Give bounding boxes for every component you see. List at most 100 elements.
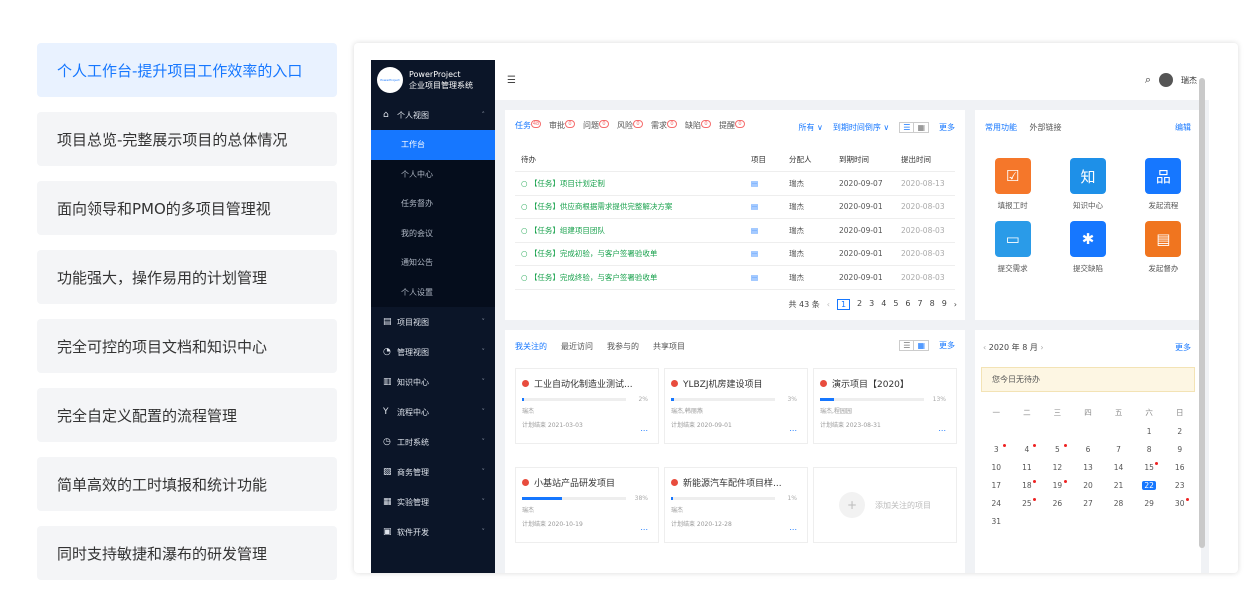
todo-project-cell[interactable]: ▤ <box>745 242 783 266</box>
calendar-day-17[interactable]: 17 <box>981 481 1012 490</box>
quick-tile-4[interactable]: ✱ 提交缺陷 <box>1050 221 1125 274</box>
calendar-day-30[interactable]: 30 <box>1164 498 1195 508</box>
quick-edit-link[interactable]: 编辑 <box>1175 122 1191 133</box>
calendar-day-20[interactable]: 20 <box>1073 481 1104 490</box>
view-toggle[interactable]: ☰ ▦ <box>899 122 929 133</box>
project-card[interactable]: 工业自动化制造业测试... 2% 瑞杰 计划结束 2021-03-03... <box>515 368 659 444</box>
project-icon[interactable]: ▤ <box>751 249 758 258</box>
project-icon[interactable]: ▤ <box>751 226 758 235</box>
calendar-day-24[interactable]: 24 <box>981 499 1012 508</box>
sidebar-group-6[interactable]: ▦ 实验管理 ˅ <box>371 487 495 517</box>
calendar-day-1[interactable]: 1 <box>1134 427 1165 436</box>
search-icon[interactable]: ⌕ <box>1145 73 1151 87</box>
quick-tab-external[interactable]: 外部链接 <box>1030 123 1062 132</box>
proj-list-view-icon[interactable]: ☰ <box>900 341 915 350</box>
todo-title[interactable]: 【任务】完成初验，与客户签署验收单 <box>530 249 658 258</box>
filter-all[interactable]: 所有 ∨ <box>798 122 822 133</box>
project-more-icon[interactable]: ... <box>938 424 946 433</box>
todo-title[interactable]: 【任务】组建项目团队 <box>530 226 605 235</box>
project-tab-0[interactable]: 我关注的 <box>515 341 547 352</box>
todo-more-link[interactable]: 更多 <box>939 122 955 133</box>
quick-tile-5[interactable]: ▤ 发起督办 <box>1126 221 1201 274</box>
project-name-row[interactable]: YLBZJ机房建设项目 <box>671 377 801 390</box>
sidebar-group-5[interactable]: ▧ 商务管理 ˅ <box>371 457 495 487</box>
feature-item-4[interactable]: 完全可控的项目文档和知识中心 <box>37 319 337 373</box>
project-card[interactable]: 新能源汽车配件项目样... 1% 瑞杰 计划结束 2020-12-28... <box>664 467 808 543</box>
todo-project-cell[interactable]: ▤ <box>745 265 783 290</box>
project-name[interactable]: 新能源汽车配件项目样... <box>683 476 782 489</box>
pager-page-2[interactable]: 2 <box>857 299 862 310</box>
pager-page-5[interactable]: 5 <box>893 299 898 310</box>
calendar-day-9[interactable]: 9 <box>1164 445 1195 454</box>
sidebar-subitem-4[interactable]: 通知公告 <box>371 248 495 278</box>
calendar-day-22[interactable]: 22 <box>1142 481 1157 490</box>
projects-more-link[interactable]: 更多 <box>939 340 955 351</box>
project-tab-3[interactable]: 共享项目 <box>653 341 685 352</box>
project-more-icon[interactable]: ... <box>789 523 797 532</box>
sidebar-subitem-3[interactable]: 我的会议 <box>371 218 495 248</box>
pager-page-3[interactable]: 3 <box>869 299 874 310</box>
feature-item-0[interactable]: 个人工作台-提升项目工作效率的入口 <box>37 43 337 97</box>
project-tab-2[interactable]: 我参与的 <box>607 341 639 352</box>
pager-page-4[interactable]: 4 <box>881 299 886 310</box>
todo-title[interactable]: 【任务】完成终验，与客户签署验收单 <box>530 273 658 282</box>
calendar-day-11[interactable]: 11 <box>1012 463 1043 472</box>
project-icon[interactable]: ▤ <box>751 273 758 282</box>
todo-tab-3[interactable]: 风险 0 <box>617 120 643 131</box>
menu-section-personal[interactable]: ⌂ 个人视图 ˄ <box>371 100 495 130</box>
calendar-day-3[interactable]: 3 <box>981 444 1012 454</box>
calendar-day-25[interactable]: 25 <box>1012 498 1043 508</box>
todo-tab-4[interactable]: 需求 0 <box>651 120 677 131</box>
pager-page-8[interactable]: 8 <box>930 299 935 310</box>
pager-prev-icon[interactable]: ‹ <box>827 300 830 309</box>
calendar-day-10[interactable]: 10 <box>981 463 1012 472</box>
sidebar-subitem-1[interactable]: 个人中心 <box>371 159 495 189</box>
project-name[interactable]: 演示项目【2020】 <box>832 377 909 390</box>
project-more-icon[interactable]: ... <box>789 424 797 433</box>
project-name-row[interactable]: 演示项目【2020】 <box>820 377 950 390</box>
project-tab-1[interactable]: 最近访问 <box>561 341 593 352</box>
todo-title[interactable]: 【任务】项目计划定制 <box>530 179 605 188</box>
todo-tab-1[interactable]: 审批 0 <box>549 120 575 131</box>
feature-item-7[interactable]: 同时支持敏捷和瀑布的研发管理 <box>37 526 337 580</box>
sidebar-subitem-0[interactable]: 工作台 <box>371 130 495 160</box>
todo-project-cell[interactable]: ▤ <box>745 195 783 219</box>
feature-item-5[interactable]: 完全自定义配置的流程管理 <box>37 388 337 442</box>
quick-tile-1[interactable]: 知知识中心 <box>1050 158 1125 211</box>
calendar-day-26[interactable]: 26 <box>1042 499 1073 508</box>
calendar-day-2[interactable]: 2 <box>1164 427 1195 436</box>
list-view-icon[interactable]: ☰ <box>900 123 915 132</box>
proj-view-toggle[interactable]: ☰ ▦ <box>899 340 929 351</box>
sidebar-group-0[interactable]: ▤ 项目视图 ˅ <box>371 307 495 337</box>
project-name[interactable]: 工业自动化制造业测试... <box>534 377 633 390</box>
table-row[interactable]: ○ 【任务】供应商根据需求提供完整解决方案 ▤ 瑞杰 2020-09-01 2020-0… <box>515 195 955 219</box>
calendar-day-8[interactable]: 8 <box>1134 445 1165 454</box>
calendar-day-28[interactable]: 28 <box>1103 499 1134 508</box>
calendar-day-5[interactable]: 5 <box>1042 444 1073 454</box>
calendar-day-6[interactable]: 6 <box>1073 445 1104 454</box>
sidebar-subitem-5[interactable]: 个人设置 <box>371 277 495 307</box>
avatar[interactable] <box>1159 73 1173 87</box>
pager-page-7[interactable]: 7 <box>918 299 923 310</box>
quick-tab-common[interactable]: 常用功能 <box>985 123 1017 132</box>
calendar-day-19[interactable]: 19 <box>1042 480 1073 490</box>
todo-project-cell[interactable]: ▤ <box>745 218 783 243</box>
pager-next-icon[interactable]: › <box>954 300 957 309</box>
sidebar-subitem-2[interactable]: 任务督办 <box>371 189 495 219</box>
project-name[interactable]: YLBZJ机房建设项目 <box>683 377 763 390</box>
project-card[interactable]: 小基站产品研发项目 38% 瑞杰 计划结束 2020-10-19... <box>515 467 659 543</box>
todo-title-cell[interactable]: ○ 【任务】组建项目团队 <box>515 218 745 243</box>
calendar-day-4[interactable]: 4 <box>1012 444 1043 454</box>
calendar-day-21[interactable]: 21 <box>1103 481 1134 490</box>
feature-item-3[interactable]: 功能强大，操作易用的计划管理 <box>37 250 337 304</box>
calendar-day-14[interactable]: 14 <box>1103 463 1134 472</box>
todo-title-cell[interactable]: ○ 【任务】供应商根据需求提供完整解决方案 <box>515 195 745 219</box>
calendar-day-18[interactable]: 18 <box>1012 480 1043 490</box>
calendar-day-29[interactable]: 29 <box>1134 499 1165 508</box>
feature-item-1[interactable]: 项目总览-完整展示项目的总体情况 <box>37 112 337 166</box>
proj-grid-view-icon[interactable]: ▦ <box>914 341 928 350</box>
quick-tile-0[interactable]: ☑ 填报工时 <box>975 158 1050 211</box>
sidebar-group-2[interactable]: ▥ 知识中心 ˅ <box>371 367 495 397</box>
scrollbar[interactable] <box>1199 78 1205 548</box>
calendar-more-link[interactable]: 更多 <box>1175 342 1191 353</box>
